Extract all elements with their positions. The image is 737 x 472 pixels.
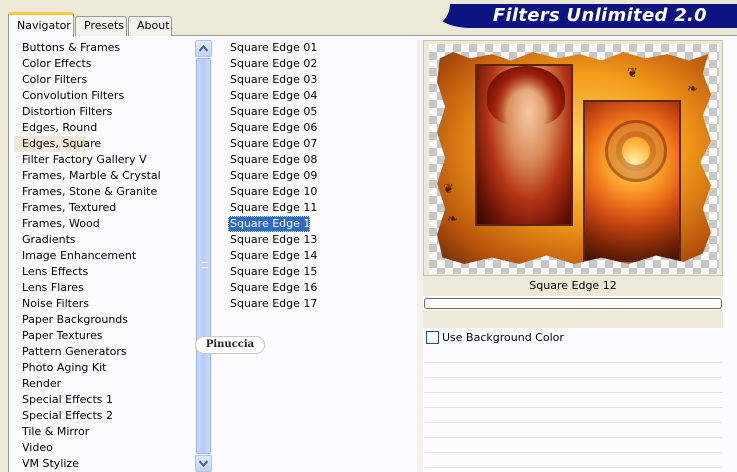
effect-item[interactable]: Square Edge 03: [228, 72, 317, 88]
category-item[interactable]: Frames, Marble & Crystal: [14, 168, 194, 184]
vine-ornament-icon: ❧: [447, 212, 458, 227]
effect-item[interactable]: Square Edge 16: [228, 280, 317, 296]
progress-bar: [424, 298, 722, 309]
empty-slider-row: [424, 453, 722, 468]
use-background-color-option[interactable]: Use Background Color: [424, 330, 722, 346]
effect-item[interactable]: Square Edge 07: [228, 136, 317, 152]
effect-item[interactable]: Square Edge 14: [228, 248, 317, 264]
use-background-color-label: Use Background Color: [442, 331, 564, 344]
effect-item[interactable]: Square Edge 09: [228, 168, 317, 184]
use-background-color-checkbox[interactable]: [426, 331, 439, 344]
category-item[interactable]: Frames, Wood: [14, 216, 194, 232]
transparency-checkerboard: ❦ ❧ ❦ ❧: [429, 44, 719, 274]
effect-item[interactable]: Square Edge 08: [228, 152, 317, 168]
category-item[interactable]: Lens Flares: [14, 280, 194, 296]
vine-ornament-icon: ❧: [687, 82, 698, 97]
category-item[interactable]: Pattern Generators: [14, 344, 194, 360]
effect-item[interactable]: Square Edge 17: [228, 296, 317, 312]
category-item[interactable]: Buttons & Frames: [14, 40, 194, 56]
empty-slider-row: [424, 363, 722, 378]
empty-slider-row: [424, 408, 722, 423]
parameter-slider-area: [424, 348, 722, 468]
category-item[interactable]: Convolution Filters: [14, 88, 194, 104]
empty-slider-row: [424, 378, 722, 393]
category-item[interactable]: Noise Filters: [14, 296, 194, 312]
category-item[interactable]: VM Stylize: [14, 456, 194, 472]
category-item[interactable]: Edges, Square: [14, 136, 101, 152]
preview-caption: Square Edge 12: [423, 276, 723, 296]
category-item[interactable]: Tile & Mirror: [14, 424, 194, 440]
effect-item[interactable]: Square Edge 13: [228, 232, 317, 248]
effect-item[interactable]: Square Edge 04: [228, 88, 317, 104]
empty-slider-row: [424, 393, 722, 408]
effect-item[interactable]: Square Edge 15: [228, 264, 317, 280]
scroll-up-button[interactable]: [195, 40, 212, 57]
effect-item[interactable]: Square Edge 05: [228, 104, 317, 120]
effect-item[interactable]: Square Edge 01: [228, 40, 317, 56]
status-area: [423, 310, 723, 328]
rose-photo: [583, 100, 681, 262]
category-item[interactable]: Distortion Filters: [14, 104, 194, 120]
scroll-down-button[interactable]: [195, 455, 212, 472]
scroll-thumb[interactable]: [196, 58, 211, 454]
chevron-up-icon: [199, 45, 208, 52]
effect-item[interactable]: Square Edge 11: [228, 200, 317, 216]
category-item[interactable]: Special Effects 2: [14, 408, 194, 424]
effect-list: Square Edge 01 Square Edge 02 Square Edge …: [228, 40, 413, 312]
preview-pane: ❦ ❧ ❦ ❧: [423, 40, 723, 276]
watermark-badge: Pinuccia: [195, 336, 265, 354]
category-item[interactable]: Gradients: [14, 232, 194, 248]
category-item[interactable]: Image Enhancement: [14, 248, 194, 264]
empty-slider-row: [424, 348, 722, 363]
category-item[interactable]: Frames, Stone & Granite: [14, 184, 194, 200]
grip-icon: [201, 262, 208, 268]
category-item[interactable]: Paper Backgrounds: [14, 312, 194, 328]
category-item[interactable]: Photo Aging Kit: [14, 360, 194, 376]
effect-item[interactable]: Square Edge 10: [228, 184, 317, 200]
effect-item[interactable]: Square Edge 06: [228, 120, 317, 136]
empty-slider-row: [424, 423, 722, 438]
empty-slider-row: [424, 438, 722, 453]
tab-navigator[interactable]: Navigator: [8, 12, 74, 37]
category-item[interactable]: Filter Factory Gallery V: [14, 152, 194, 168]
category-item[interactable]: Edges, Round: [14, 120, 194, 136]
category-item[interactable]: Lens Effects: [14, 264, 194, 280]
category-list: Buttons & Frames Color Effects Color Filte…: [14, 40, 194, 472]
category-item[interactable]: Special Effects 1: [14, 392, 194, 408]
preview-image: ❦ ❧ ❦ ❧: [437, 52, 711, 264]
category-item[interactable]: Render: [14, 376, 194, 392]
category-scrollbar[interactable]: [195, 40, 212, 472]
chevron-down-icon: [199, 460, 208, 467]
app-title: Filters Unlimited 2.0: [492, 5, 707, 26]
tab-presets[interactable]: Presets: [75, 16, 127, 36]
category-item[interactable]: Frames, Textured: [14, 200, 194, 216]
effect-item[interactable]: Square Edge 02: [228, 56, 317, 72]
tab-about[interactable]: About: [128, 16, 172, 36]
portrait-photo: [475, 64, 573, 226]
category-item[interactable]: Color Effects: [14, 56, 194, 72]
effect-item[interactable]: Square Edge 12: [228, 216, 317, 232]
header-banner: Filters Unlimited 2.0: [400, 4, 737, 28]
vine-ornament-icon: ❦: [443, 182, 454, 197]
vine-ornament-icon: ❦: [627, 66, 638, 81]
category-item[interactable]: Color Filters: [14, 72, 194, 88]
category-item[interactable]: Paper Textures: [14, 328, 194, 344]
category-item[interactable]: Video: [14, 440, 194, 456]
